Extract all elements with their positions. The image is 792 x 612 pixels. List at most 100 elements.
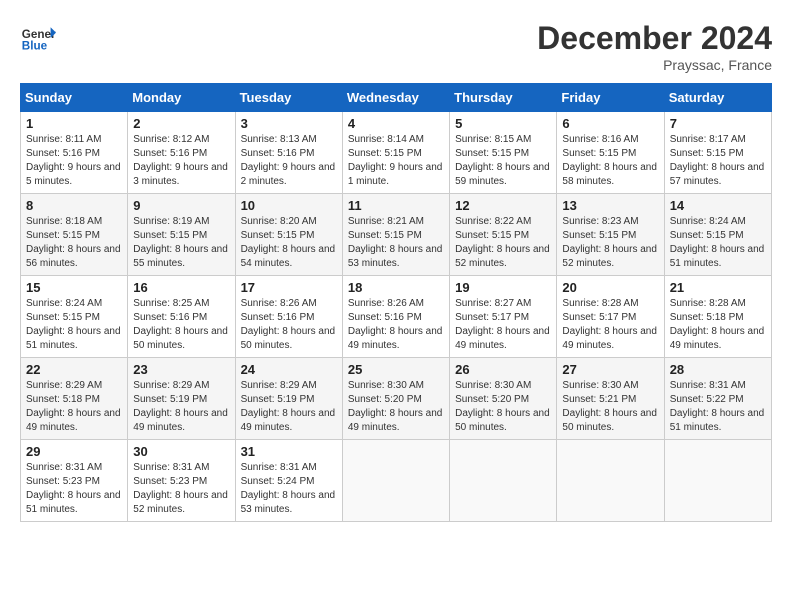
calendar-cell: 1 Sunrise: 8:11 AMSunset: 5:16 PMDayligh…	[21, 112, 128, 194]
day-number: 9	[133, 198, 229, 213]
day-info: Sunrise: 8:30 AMSunset: 5:20 PMDaylight:…	[455, 380, 550, 433]
day-info: Sunrise: 8:29 AMSunset: 5:18 PMDaylight:…	[26, 380, 121, 433]
day-number: 10	[241, 198, 337, 213]
day-number: 1	[26, 116, 122, 131]
day-info: Sunrise: 8:15 AMSunset: 5:15 PMDaylight:…	[455, 134, 550, 187]
day-number: 24	[241, 362, 337, 377]
calendar-cell: 17 Sunrise: 8:26 AMSunset: 5:16 PMDaylig…	[235, 276, 342, 358]
dow-header-tuesday: Tuesday	[235, 84, 342, 112]
calendar-cell	[342, 440, 449, 522]
day-info: Sunrise: 8:25 AMSunset: 5:16 PMDaylight:…	[133, 298, 228, 351]
day-number: 13	[562, 198, 658, 213]
day-info: Sunrise: 8:29 AMSunset: 5:19 PMDaylight:…	[133, 380, 228, 433]
day-number: 18	[348, 280, 444, 295]
calendar-cell: 12 Sunrise: 8:22 AMSunset: 5:15 PMDaylig…	[450, 194, 557, 276]
calendar-table: SundayMondayTuesdayWednesdayThursdayFrid…	[20, 83, 772, 522]
day-info: Sunrise: 8:20 AMSunset: 5:15 PMDaylight:…	[241, 216, 336, 269]
day-number: 26	[455, 362, 551, 377]
month-title: December 2024	[537, 20, 772, 57]
calendar-cell: 24 Sunrise: 8:29 AMSunset: 5:19 PMDaylig…	[235, 358, 342, 440]
day-info: Sunrise: 8:26 AMSunset: 5:16 PMDaylight:…	[241, 298, 336, 351]
day-info: Sunrise: 8:31 AMSunset: 5:23 PMDaylight:…	[26, 462, 121, 515]
day-info: Sunrise: 8:30 AMSunset: 5:21 PMDaylight:…	[562, 380, 657, 433]
day-number: 14	[670, 198, 766, 213]
day-info: Sunrise: 8:27 AMSunset: 5:17 PMDaylight:…	[455, 298, 550, 351]
calendar-cell: 31 Sunrise: 8:31 AMSunset: 5:24 PMDaylig…	[235, 440, 342, 522]
calendar-cell: 2 Sunrise: 8:12 AMSunset: 5:16 PMDayligh…	[128, 112, 235, 194]
calendar-cell: 6 Sunrise: 8:16 AMSunset: 5:15 PMDayligh…	[557, 112, 664, 194]
calendar-cell: 14 Sunrise: 8:24 AMSunset: 5:15 PMDaylig…	[664, 194, 771, 276]
calendar-cell: 7 Sunrise: 8:17 AMSunset: 5:15 PMDayligh…	[664, 112, 771, 194]
calendar-cell: 19 Sunrise: 8:27 AMSunset: 5:17 PMDaylig…	[450, 276, 557, 358]
day-info: Sunrise: 8:13 AMSunset: 5:16 PMDaylight:…	[241, 134, 336, 187]
day-number: 29	[26, 444, 122, 459]
calendar-cell: 10 Sunrise: 8:20 AMSunset: 5:15 PMDaylig…	[235, 194, 342, 276]
day-info: Sunrise: 8:23 AMSunset: 5:15 PMDaylight:…	[562, 216, 657, 269]
dow-header-monday: Monday	[128, 84, 235, 112]
calendar-cell: 27 Sunrise: 8:30 AMSunset: 5:21 PMDaylig…	[557, 358, 664, 440]
calendar-cell	[450, 440, 557, 522]
calendar-cell: 15 Sunrise: 8:24 AMSunset: 5:15 PMDaylig…	[21, 276, 128, 358]
day-number: 17	[241, 280, 337, 295]
calendar-cell: 28 Sunrise: 8:31 AMSunset: 5:22 PMDaylig…	[664, 358, 771, 440]
day-number: 8	[26, 198, 122, 213]
day-info: Sunrise: 8:12 AMSunset: 5:16 PMDaylight:…	[133, 134, 228, 187]
calendar-cell: 3 Sunrise: 8:13 AMSunset: 5:16 PMDayligh…	[235, 112, 342, 194]
calendar-cell: 30 Sunrise: 8:31 AMSunset: 5:23 PMDaylig…	[128, 440, 235, 522]
day-number: 4	[348, 116, 444, 131]
day-info: Sunrise: 8:28 AMSunset: 5:17 PMDaylight:…	[562, 298, 657, 351]
day-info: Sunrise: 8:28 AMSunset: 5:18 PMDaylight:…	[670, 298, 765, 351]
calendar-week-5: 29 Sunrise: 8:31 AMSunset: 5:23 PMDaylig…	[21, 440, 772, 522]
day-info: Sunrise: 8:24 AMSunset: 5:15 PMDaylight:…	[670, 216, 765, 269]
dow-header-sunday: Sunday	[21, 84, 128, 112]
calendar-week-4: 22 Sunrise: 8:29 AMSunset: 5:18 PMDaylig…	[21, 358, 772, 440]
calendar-cell: 8 Sunrise: 8:18 AMSunset: 5:15 PMDayligh…	[21, 194, 128, 276]
calendar-cell: 29 Sunrise: 8:31 AMSunset: 5:23 PMDaylig…	[21, 440, 128, 522]
title-block: December 2024 Prayssac, France	[537, 20, 772, 73]
day-number: 31	[241, 444, 337, 459]
day-number: 28	[670, 362, 766, 377]
day-number: 15	[26, 280, 122, 295]
svg-text:Blue: Blue	[22, 40, 48, 53]
location-subtitle: Prayssac, France	[537, 57, 772, 73]
day-number: 30	[133, 444, 229, 459]
day-info: Sunrise: 8:24 AMSunset: 5:15 PMDaylight:…	[26, 298, 121, 351]
calendar-cell: 21 Sunrise: 8:28 AMSunset: 5:18 PMDaylig…	[664, 276, 771, 358]
day-number: 11	[348, 198, 444, 213]
day-info: Sunrise: 8:30 AMSunset: 5:20 PMDaylight:…	[348, 380, 443, 433]
logo: General Blue	[20, 20, 56, 56]
day-info: Sunrise: 8:22 AMSunset: 5:15 PMDaylight:…	[455, 216, 550, 269]
dow-header-saturday: Saturday	[664, 84, 771, 112]
day-info: Sunrise: 8:14 AMSunset: 5:15 PMDaylight:…	[348, 134, 443, 187]
day-number: 21	[670, 280, 766, 295]
page-header: General Blue December 2024 Prayssac, Fra…	[20, 20, 772, 73]
calendar-cell: 16 Sunrise: 8:25 AMSunset: 5:16 PMDaylig…	[128, 276, 235, 358]
calendar-cell: 23 Sunrise: 8:29 AMSunset: 5:19 PMDaylig…	[128, 358, 235, 440]
day-number: 6	[562, 116, 658, 131]
day-number: 12	[455, 198, 551, 213]
day-info: Sunrise: 8:21 AMSunset: 5:15 PMDaylight:…	[348, 216, 443, 269]
dow-header-thursday: Thursday	[450, 84, 557, 112]
day-info: Sunrise: 8:31 AMSunset: 5:23 PMDaylight:…	[133, 462, 228, 515]
calendar-week-3: 15 Sunrise: 8:24 AMSunset: 5:15 PMDaylig…	[21, 276, 772, 358]
dow-header-friday: Friday	[557, 84, 664, 112]
calendar-cell: 26 Sunrise: 8:30 AMSunset: 5:20 PMDaylig…	[450, 358, 557, 440]
calendar-cell: 18 Sunrise: 8:26 AMSunset: 5:16 PMDaylig…	[342, 276, 449, 358]
day-info: Sunrise: 8:26 AMSunset: 5:16 PMDaylight:…	[348, 298, 443, 351]
day-number: 19	[455, 280, 551, 295]
calendar-cell	[557, 440, 664, 522]
dow-header-wednesday: Wednesday	[342, 84, 449, 112]
calendar-cell: 11 Sunrise: 8:21 AMSunset: 5:15 PMDaylig…	[342, 194, 449, 276]
day-number: 23	[133, 362, 229, 377]
calendar-cell: 13 Sunrise: 8:23 AMSunset: 5:15 PMDaylig…	[557, 194, 664, 276]
calendar-cell	[664, 440, 771, 522]
day-number: 5	[455, 116, 551, 131]
day-number: 2	[133, 116, 229, 131]
day-info: Sunrise: 8:31 AMSunset: 5:22 PMDaylight:…	[670, 380, 765, 433]
day-info: Sunrise: 8:19 AMSunset: 5:15 PMDaylight:…	[133, 216, 228, 269]
calendar-cell: 5 Sunrise: 8:15 AMSunset: 5:15 PMDayligh…	[450, 112, 557, 194]
calendar-cell: 25 Sunrise: 8:30 AMSunset: 5:20 PMDaylig…	[342, 358, 449, 440]
day-info: Sunrise: 8:16 AMSunset: 5:15 PMDaylight:…	[562, 134, 657, 187]
day-number: 7	[670, 116, 766, 131]
day-number: 22	[26, 362, 122, 377]
